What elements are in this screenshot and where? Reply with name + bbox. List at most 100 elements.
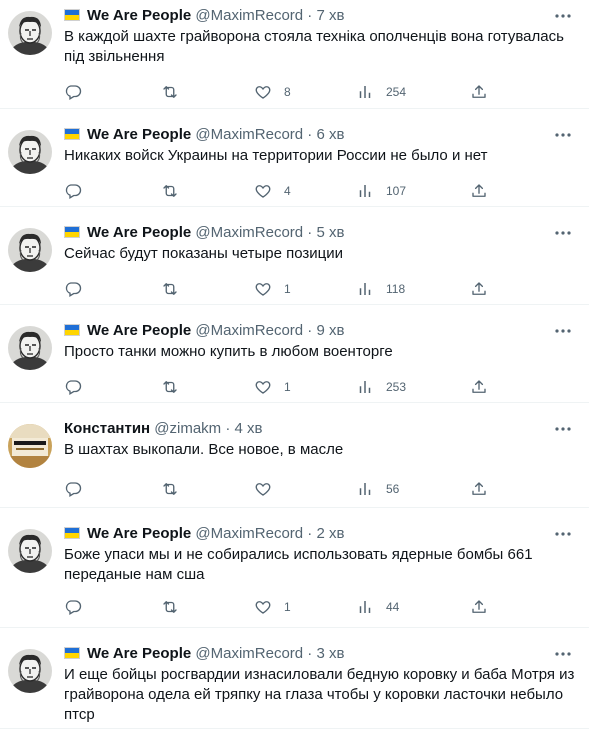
- more-options-icon[interactable]: [553, 223, 573, 243]
- reply-button[interactable]: [64, 82, 82, 102]
- avatar[interactable]: [8, 130, 52, 174]
- author-name[interactable]: We Are People: [87, 322, 191, 339]
- tweet[interactable]: We Are People @MaximRecord · 5 хв Сейчас …: [0, 207, 589, 305]
- author-handle[interactable]: @MaximRecord: [195, 224, 303, 241]
- reply-icon: [64, 280, 82, 298]
- share-button[interactable]: [470, 181, 488, 201]
- avatar[interactable]: [8, 649, 52, 693]
- author-handle[interactable]: @MaximRecord: [195, 7, 303, 24]
- author-handle[interactable]: @zimakm: [154, 420, 221, 437]
- avatar[interactable]: [8, 326, 52, 370]
- avatar[interactable]: [8, 424, 52, 468]
- separator-dot: ·: [221, 420, 235, 437]
- author-name[interactable]: We Are People: [87, 525, 191, 542]
- more-options-icon[interactable]: [553, 644, 573, 664]
- like-button[interactable]: 1: [254, 279, 291, 299]
- ukraine-flag-icon: [64, 128, 80, 140]
- share-button[interactable]: [470, 82, 488, 102]
- views-icon: [356, 598, 374, 616]
- retweet-icon: [161, 280, 179, 298]
- tweet-actions: 1 253: [64, 377, 494, 397]
- retweet-button[interactable]: [161, 597, 179, 617]
- views-icon: [356, 182, 374, 200]
- retweet-button[interactable]: [161, 377, 179, 397]
- more-options-icon[interactable]: [553, 419, 573, 439]
- more-options-icon[interactable]: [553, 125, 573, 145]
- reply-button[interactable]: [64, 279, 82, 299]
- share-button[interactable]: [470, 597, 488, 617]
- author-handle[interactable]: @MaximRecord: [195, 645, 303, 662]
- tweet[interactable]: We Are People @MaximRecord · 7 хв В каждо…: [0, 0, 589, 109]
- more-options-icon[interactable]: [553, 6, 573, 26]
- views-button[interactable]: 56: [356, 479, 399, 499]
- retweet-icon: [161, 182, 179, 200]
- tweet[interactable]: We Are People @MaximRecord · 3 хв И еще б…: [0, 628, 589, 729]
- author-name[interactable]: We Are People: [87, 645, 191, 662]
- timestamp[interactable]: 5 хв: [316, 224, 344, 241]
- retweet-button[interactable]: [161, 479, 179, 499]
- author-handle[interactable]: @MaximRecord: [195, 126, 303, 143]
- reply-button[interactable]: [64, 597, 82, 617]
- retweet-button[interactable]: [161, 82, 179, 102]
- views-button[interactable]: 107: [356, 181, 406, 201]
- like-button[interactable]: [254, 479, 284, 499]
- tweet[interactable]: We Are People @MaximRecord · 2 хв Боже уп…: [0, 508, 589, 628]
- views-button[interactable]: 44: [356, 597, 399, 617]
- tweet-actions: 1 44: [64, 597, 494, 617]
- avatar[interactable]: [8, 529, 52, 573]
- reply-button[interactable]: [64, 181, 82, 201]
- views-button[interactable]: 118: [356, 279, 405, 299]
- author-handle[interactable]: @MaximRecord: [195, 525, 303, 542]
- timestamp[interactable]: 2 хв: [316, 525, 344, 542]
- author-name[interactable]: We Are People: [87, 7, 191, 24]
- views-button[interactable]: 254: [356, 82, 406, 102]
- like-button[interactable]: 8: [254, 82, 291, 102]
- like-icon: [254, 280, 272, 298]
- view-count: 44: [386, 600, 400, 614]
- more-options-icon[interactable]: [553, 524, 573, 544]
- author-handle[interactable]: @MaximRecord: [195, 322, 303, 339]
- timestamp[interactable]: 7 хв: [316, 7, 344, 24]
- share-button[interactable]: [470, 377, 488, 397]
- retweet-button[interactable]: [161, 181, 179, 201]
- like-button[interactable]: 1: [254, 377, 291, 397]
- timestamp[interactable]: 6 хв: [316, 126, 344, 143]
- avatar[interactable]: [8, 11, 52, 55]
- retweet-button[interactable]: [161, 279, 179, 299]
- views-icon: [356, 378, 374, 396]
- avatar[interactable]: [8, 228, 52, 272]
- share-button[interactable]: [470, 479, 488, 499]
- reply-button[interactable]: [64, 377, 82, 397]
- timestamp[interactable]: 3 хв: [316, 645, 344, 662]
- tweet-text: В шахтах выкопали. Все новое, в масле: [64, 441, 344, 458]
- tweet-header: We Are People @MaximRecord · 7 хв: [64, 7, 549, 25]
- share-button[interactable]: [470, 279, 488, 299]
- tweet[interactable]: We Are People @MaximRecord · 9 хв Просто …: [0, 305, 589, 403]
- ukraine-flag-icon: [64, 226, 80, 238]
- view-count: 107: [386, 184, 407, 198]
- view-count: 254: [386, 85, 407, 99]
- separator-dot: ·: [303, 224, 317, 241]
- tweet[interactable]: We Are People @MaximRecord · 6 хв Никаких…: [0, 109, 589, 207]
- reply-icon: [64, 83, 82, 101]
- timestamp[interactable]: 4 хв: [235, 420, 263, 437]
- tweet-feed: We Are People @MaximRecord · 7 хв В каждо…: [0, 0, 589, 729]
- reply-icon: [64, 182, 82, 200]
- share-icon: [470, 480, 488, 498]
- reply-button[interactable]: [64, 479, 82, 499]
- like-icon: [254, 480, 272, 498]
- views-button[interactable]: 253: [356, 377, 406, 397]
- share-icon: [470, 83, 488, 101]
- more-options-icon[interactable]: [553, 321, 573, 341]
- ukraine-flag-icon: [64, 647, 80, 659]
- share-icon: [470, 182, 488, 200]
- timestamp[interactable]: 9 хв: [316, 322, 344, 339]
- tweet[interactable]: Константин @zimakm · 4 хв В шахтах выкопа…: [0, 403, 589, 508]
- author-name[interactable]: We Are People: [87, 126, 191, 143]
- like-button[interactable]: 1: [254, 597, 291, 617]
- tweet-text: И еще бойцы росгвардии изнасиловали бедн…: [64, 666, 575, 723]
- author-name[interactable]: We Are People: [87, 224, 191, 241]
- tweet-text: Никаких войск Украины на территории Росс…: [64, 147, 488, 164]
- author-name[interactable]: Константин: [64, 420, 150, 437]
- like-button[interactable]: 4: [254, 181, 291, 201]
